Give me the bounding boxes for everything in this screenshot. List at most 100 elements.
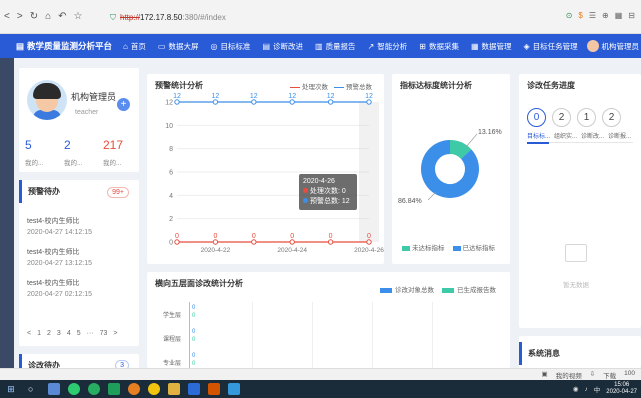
excel-icon[interactable] (108, 383, 120, 395)
add-icon[interactable]: + (117, 98, 130, 111)
clock[interactable]: 15:06 2020-04-27 (606, 382, 637, 396)
slice-label: 86.84% (398, 198, 422, 205)
data-point[interactable] (327, 99, 334, 105)
data-point[interactable] (174, 239, 180, 245)
list-item[interactable]: test4-校内生师比 2020-04-27 02:12:15 (27, 278, 135, 300)
extension-icon[interactable]: $ (578, 11, 582, 20)
page-button[interactable]: 3 (57, 330, 61, 337)
step-label[interactable]: 组织实... (554, 131, 577, 140)
word-icon[interactable] (188, 383, 200, 395)
star-icon[interactable]: ☆ (74, 11, 83, 22)
nav-item[interactable]: ▭ 数据大屏 (152, 34, 205, 58)
gridline (252, 302, 253, 368)
legend-item[interactable]: 诊改对象总数 (380, 284, 434, 294)
folder-icon[interactable] (168, 383, 180, 395)
page-button[interactable]: 1 (37, 330, 41, 337)
status-item[interactable]: 我的视频 (556, 370, 582, 380)
user-menu[interactable]: 机构管理员 (586, 34, 639, 58)
data-point[interactable] (289, 99, 295, 105)
volume-icon[interactable]: ♪ (585, 386, 588, 393)
data-point[interactable] (251, 239, 257, 245)
download-icon[interactable]: ⇩ (590, 370, 595, 380)
data-point[interactable] (212, 99, 219, 105)
network-icon[interactable]: ◉ (573, 385, 579, 393)
data-label: 0 (367, 233, 371, 240)
nav-item[interactable]: ▤ 诊断改进 (256, 34, 309, 58)
windows-start-icon[interactable]: ⊞ (4, 384, 18, 395)
step-label[interactable]: 诊断报... (608, 131, 631, 140)
extension-icon[interactable]: ▦ (615, 11, 623, 20)
zoom-level[interactable]: 100 (624, 370, 635, 380)
legend-item[interactable]: 未达标指标 (402, 242, 445, 252)
step-circle[interactable]: 1 (577, 108, 596, 127)
data-point[interactable] (366, 99, 372, 105)
list-item[interactable]: test4-校内生师比 2020-04-27 13:12:15 (27, 247, 135, 269)
stat-item[interactable]: 2 我的... (64, 138, 98, 167)
nav-item[interactable]: ↗ 智能分析 (362, 34, 414, 58)
status-item[interactable]: 下载 (603, 370, 616, 380)
menu-icon[interactable]: ☰ (589, 11, 596, 20)
home-icon: ⌂ (123, 41, 128, 51)
extension-icon[interactable]: ⊕ (602, 11, 609, 20)
nav-item-label: 数据大屏 (168, 41, 199, 51)
wechat-icon[interactable] (68, 383, 80, 395)
address-bar[interactable]: ⛉ http://172.17.8.50:380/#/index (110, 9, 440, 26)
nav-item[interactable]: ▦ 数据管理 (465, 34, 518, 58)
chrome-icon[interactable] (148, 383, 160, 395)
stat-item[interactable]: 5 我的... (25, 138, 59, 167)
task-view-icon[interactable] (48, 383, 60, 395)
extension-icon[interactable]: ⊙ (566, 11, 573, 20)
nav-item[interactable]: ⌂ 首页 (117, 34, 152, 58)
step-circle[interactable]: 0 (527, 108, 546, 127)
warning-todo-card: 预警待办 99+ test4-校内生师比 2020-04-27 14:12:15… (19, 180, 139, 346)
y-tick-label: 12 (165, 100, 173, 107)
page-button[interactable]: 4 (67, 330, 71, 337)
back-icon[interactable]: < (4, 11, 10, 22)
media-icon[interactable] (208, 383, 220, 395)
stat-item[interactable]: 217 我的... (103, 138, 137, 167)
nav-item[interactable]: ◎ 目标标准 (204, 34, 256, 58)
refresh-icon[interactable]: ↻ (30, 11, 38, 22)
legend-item[interactable]: 已生成报告数 (442, 284, 496, 294)
data-point[interactable] (289, 239, 295, 245)
home-icon[interactable]: ⌂ (45, 11, 51, 22)
data-point[interactable] (366, 239, 372, 245)
data-point[interactable] (174, 99, 180, 105)
forward-icon[interactable]: > (17, 11, 23, 22)
y-tick-label: 0 (169, 240, 173, 247)
ime-icon[interactable]: 中 (594, 384, 601, 394)
nav-item[interactable]: ◈ 目标任务管理 (518, 34, 584, 58)
undo-icon[interactable]: ↶ (58, 11, 66, 22)
extension-icon[interactable]: ⊟ (628, 11, 635, 20)
data-point[interactable] (212, 239, 219, 245)
stat-value: 217 (103, 138, 124, 152)
list-item[interactable]: test4-校内生师比 2020-04-27 14:12:15 (27, 216, 135, 238)
video-icon[interactable]: ▣ (542, 370, 548, 380)
page-button[interactable]: 73 (100, 330, 108, 337)
nav-item[interactable]: ⊞ 数据采集 (413, 34, 465, 58)
data-point[interactable] (251, 99, 257, 105)
nav-item[interactable]: ▥ 质量报告 (309, 34, 362, 58)
todo-date: 2020-04-27 02:12:15 (27, 291, 92, 298)
step-label[interactable]: 目标标... (527, 131, 550, 140)
page-button[interactable]: ··· (87, 330, 94, 337)
data-point[interactable] (327, 239, 334, 245)
step-circle[interactable]: 2 (552, 108, 571, 127)
app-icon[interactable] (128, 383, 140, 395)
page-button[interactable]: 2 (47, 330, 51, 337)
app-icon[interactable] (228, 383, 240, 395)
nav-item-label: 目标任务管理 (532, 41, 578, 51)
browser-icon[interactable] (88, 383, 100, 395)
step-circle[interactable]: 2 (602, 108, 621, 127)
pie-slice[interactable] (449, 140, 472, 160)
page-button[interactable]: > (113, 330, 117, 337)
search-icon[interactable]: ○ (28, 383, 40, 395)
app-title[interactable]: ▤ 教学质量监测分析平台 (0, 40, 112, 52)
os-taskbar: ⊞ ○ ◉ ♪ 中 15:06 2020-04-27 (0, 380, 641, 398)
hover-band (359, 102, 379, 242)
page-button[interactable]: < (27, 330, 31, 337)
legend-item[interactable]: 已达标指标 (452, 242, 495, 252)
page-button[interactable]: 5 (77, 330, 81, 337)
label-leader (427, 191, 437, 201)
step-label[interactable]: 诊断改... (581, 131, 604, 140)
